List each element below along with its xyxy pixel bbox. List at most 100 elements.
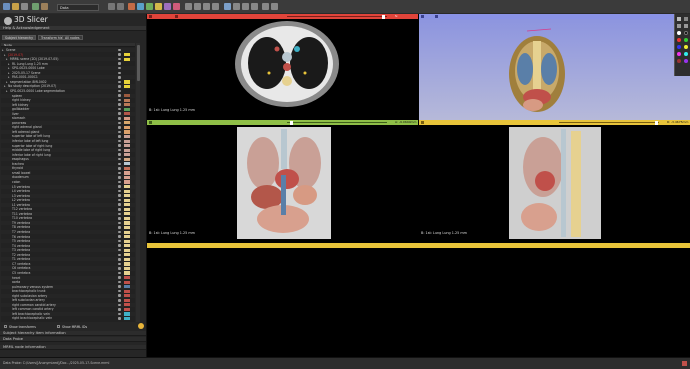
expand-arrow-icon[interactable] <box>8 244 10 248</box>
red-slice-slider[interactable] <box>287 16 387 17</box>
tree-row[interactable]: small bowel <box>1 171 135 175</box>
tree-row[interactable]: right subclavian artery <box>1 293 135 298</box>
visibility-eye-icon[interactable] <box>118 248 121 252</box>
segment-color-swatch[interactable] <box>124 312 130 316</box>
segment-color-swatch[interactable] <box>124 84 130 89</box>
place-point-icon[interactable] <box>233 3 240 10</box>
visibility-eye-icon[interactable] <box>118 80 121 84</box>
tree-row[interactable]: L5 vertebra <box>1 184 135 189</box>
visibility-eye-icon[interactable] <box>118 112 121 115</box>
segment-color-swatch[interactable] <box>124 230 130 234</box>
tree-row[interactable]: ▸ MRML scene (2D) (2019-07-05) <box>1 57 135 62</box>
segment-color-swatch[interactable] <box>124 162 130 166</box>
expand-arrow-icon[interactable] <box>8 266 10 270</box>
tree-row[interactable]: left kidney <box>1 102 135 107</box>
yellow-pin-icon[interactable] <box>421 121 424 124</box>
tree-row[interactable]: heart <box>1 275 135 280</box>
color-red[interactable] <box>677 38 681 42</box>
tree-row[interactable]: inferior lobe of right lung <box>1 153 135 157</box>
visibility-eye-icon[interactable] <box>118 312 121 316</box>
visibility-eye-icon[interactable] <box>118 117 121 120</box>
volumes-module-icon[interactable] <box>137 3 144 10</box>
segment-color-swatch[interactable] <box>124 194 130 198</box>
place-angle-icon[interactable] <box>251 3 258 10</box>
tree-row[interactable]: inferior lobe of left lung <box>1 139 135 144</box>
extra-view[interactable] <box>147 248 690 357</box>
tree-row[interactable]: C6 vertebra <box>1 266 135 271</box>
subject-hierarchy-info-bar[interactable]: Subject hierarchy item information <box>0 331 146 336</box>
segment-color-swatch[interactable] <box>124 221 130 225</box>
expand-arrow-icon[interactable] <box>8 162 10 166</box>
pen-tool-icon[interactable] <box>677 17 681 21</box>
data-module-icon[interactable] <box>128 3 135 10</box>
segment-color-swatch[interactable] <box>124 134 130 139</box>
expand-arrow-icon[interactable]: ▸ <box>8 75 10 79</box>
visibility-eye-icon[interactable] <box>118 189 121 193</box>
expand-arrow-icon[interactable] <box>8 239 10 243</box>
visibility-eye-icon[interactable] <box>118 303 121 307</box>
segment-color-swatch[interactable] <box>124 112 130 116</box>
segment-color-swatch[interactable] <box>124 235 130 239</box>
visibility-eye-icon[interactable] <box>118 198 121 202</box>
color-brown[interactable] <box>677 59 681 63</box>
segment-color-swatch[interactable] <box>124 203 130 207</box>
tree-scrollbar-handle[interactable] <box>136 45 140 81</box>
expand-arrow-icon[interactable] <box>8 316 10 320</box>
tree-row[interactable]: T5 vertebra <box>1 239 135 244</box>
eraser-tool-icon[interactable] <box>684 17 688 21</box>
tree-row[interactable]: ▸ Scene <box>1 48 135 53</box>
yellow-slice-slider[interactable] <box>559 122 659 123</box>
expand-arrow-icon[interactable] <box>8 139 10 143</box>
expand-arrow-icon[interactable] <box>8 180 10 184</box>
tree-row[interactable]: T1 vertebra <box>1 257 135 262</box>
visibility-eye-icon[interactable] <box>118 258 121 261</box>
segment-color-swatch[interactable] <box>124 98 130 102</box>
tree-row[interactable]: liver <box>1 111 135 116</box>
expand-arrow-icon[interactable]: ▸ <box>6 80 8 84</box>
tree-row[interactable]: middle lobe of right lung <box>1 148 135 153</box>
visibility-eye-icon[interactable] <box>118 135 121 138</box>
expand-arrow-icon[interactable] <box>8 194 10 198</box>
tree-row[interactable]: superior lobe of left lung <box>1 134 135 138</box>
tree-row[interactable]: thyroid <box>1 166 135 171</box>
visibility-eye-icon[interactable] <box>118 148 121 152</box>
expand-arrow-icon[interactable] <box>8 285 10 289</box>
visibility-eye-icon[interactable] <box>118 317 121 320</box>
tree-row[interactable]: right kidney <box>1 98 135 102</box>
expand-arrow-icon[interactable] <box>8 257 10 261</box>
green-slice-slider[interactable] <box>287 122 387 123</box>
visibility-eye-icon[interactable] <box>118 153 121 156</box>
tree-scrollbar[interactable] <box>136 43 140 322</box>
expand-arrow-icon[interactable] <box>8 235 10 239</box>
yellow-slider-handle[interactable] <box>655 120 658 125</box>
expand-arrow-icon[interactable] <box>8 253 10 257</box>
segment-color-swatch[interactable] <box>124 248 130 252</box>
expand-arrow-icon[interactable]: ▸ <box>8 71 10 75</box>
visibility-eye-icon[interactable] <box>118 103 121 106</box>
segment-color-swatch[interactable] <box>124 157 130 161</box>
visibility-eye-icon[interactable] <box>118 299 121 302</box>
visibility-eye-icon[interactable] <box>118 271 121 275</box>
expand-arrow-icon[interactable] <box>8 303 10 307</box>
segment-color-swatch[interactable] <box>124 121 130 125</box>
segment-color-swatch[interactable] <box>124 53 130 57</box>
tree-row[interactable]: pulmonary venous system <box>1 284 135 289</box>
segment-color-swatch[interactable] <box>124 280 130 284</box>
visibility-eye-icon[interactable] <box>118 226 121 229</box>
module-selector[interactable]: Data <box>57 3 99 11</box>
tree-row[interactable]: ▸ segmentation 8ML0402 <box>1 80 135 84</box>
tab-all-nodes[interactable]: All nodes <box>62 35 83 40</box>
segment-color-swatch[interactable] <box>124 294 130 298</box>
tree-row[interactable]: ▸ SPG-0025-0000 Lobe segmentation <box>1 89 135 93</box>
visibility-eye-icon[interactable] <box>118 230 121 234</box>
visibility-eye-icon[interactable] <box>118 62 121 65</box>
visibility-eye-icon[interactable] <box>118 162 121 166</box>
visibility-eye-icon[interactable] <box>118 221 121 225</box>
3d-view[interactable] <box>419 19 690 120</box>
expand-arrow-icon[interactable] <box>8 125 10 129</box>
tree-row[interactable]: stomach <box>1 116 135 120</box>
forward-icon[interactable] <box>117 3 124 10</box>
tree-row[interactable]: ▸ SPG-0025-0000 Lobe <box>1 66 135 71</box>
expand-arrow-icon[interactable] <box>8 185 10 189</box>
tree-row[interactable]: right common carotid artery <box>1 302 135 307</box>
